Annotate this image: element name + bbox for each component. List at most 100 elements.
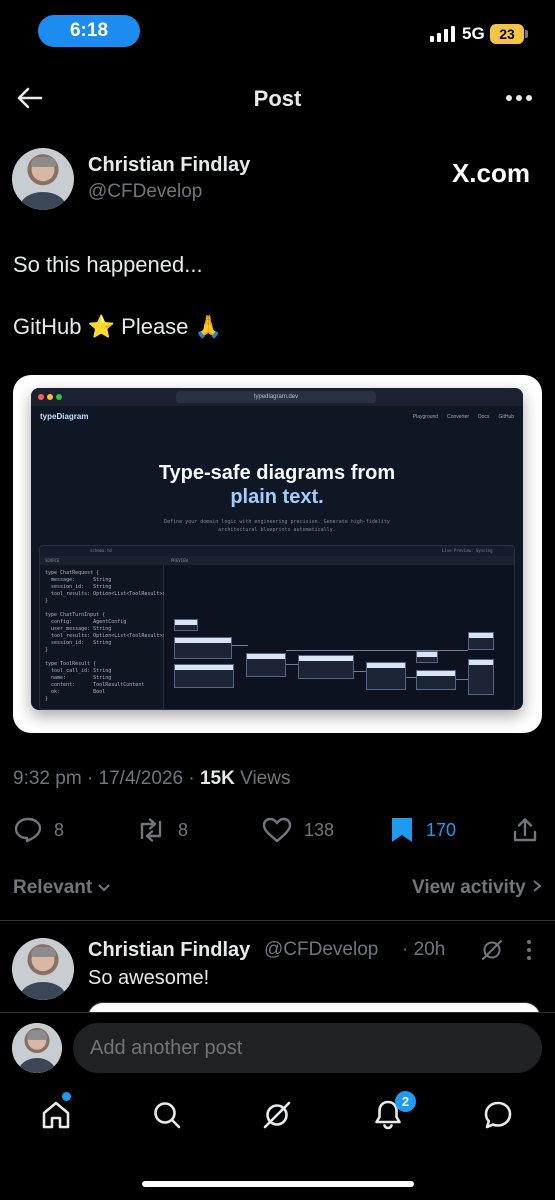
hero-subtitle: Define your domain logic with engineerin…	[164, 519, 390, 533]
like-button[interactable]: 138	[262, 808, 334, 852]
diagram-node	[468, 659, 494, 695]
share-button[interactable]	[512, 808, 538, 852]
page-title: Post	[253, 86, 302, 111]
browser-toolbar: typediagram.dev	[31, 388, 523, 406]
reply-author-name[interactable]: Christian Findlay	[88, 939, 250, 962]
view-activity-button[interactable]: View activity	[412, 877, 543, 899]
window-maximize-dot	[56, 394, 62, 400]
views-count: 15K	[199, 768, 235, 789]
editor-tabs: SOURCE PREVIEW	[40, 556, 514, 565]
site-nav-playground: Playground	[412, 414, 439, 420]
page-header: Post	[0, 72, 555, 126]
reply-post[interactable]: Christian Findlay @CFDevelop · 20h So aw…	[12, 938, 542, 1008]
site-nav-github: GitHub	[498, 414, 514, 420]
live-preview-status: Live Preview: Syncing	[442, 548, 493, 553]
reply-icon	[14, 817, 42, 843]
diagram-node	[468, 632, 494, 650]
reply-avatar[interactable]	[12, 938, 74, 1000]
diagram-node	[174, 664, 234, 688]
grok-icon	[263, 1101, 291, 1129]
diagram-edge	[354, 671, 366, 672]
nav-grok[interactable]	[255, 1093, 299, 1137]
author-name[interactable]: Christian Findlay	[88, 154, 250, 177]
diagram-node	[246, 653, 286, 677]
repost-button[interactable]: 8	[136, 808, 188, 852]
browser-url: typediagram.dev	[176, 391, 376, 403]
folded-hands-icon: 🙏	[194, 314, 222, 339]
editor-window: schema.td Live Preview: Syncing SOURCE P…	[39, 545, 515, 710]
battery-cap	[525, 30, 528, 38]
bookmark-icon	[392, 818, 412, 842]
nav-search[interactable]	[145, 1093, 189, 1137]
reply-more-icon[interactable]	[517, 938, 541, 962]
post-media-image[interactable]: typediagram.dev typeDiagram Playground C…	[13, 375, 542, 733]
post-author: Christian Findlay @CFDevelop X.com	[12, 148, 542, 210]
diagram-edge	[456, 679, 468, 680]
window-close-dot	[38, 394, 44, 400]
editor-file-name: schema.td	[90, 548, 112, 553]
diagram-preview	[164, 565, 514, 709]
source-code: type ChatRequest { message: String sessi…	[45, 570, 166, 702]
more-options-button[interactable]	[501, 80, 537, 116]
editor-titlebar: schema.td Live Preview: Syncing	[40, 546, 514, 556]
bookmark-button[interactable]: 170	[390, 808, 456, 852]
post-text-line-1: So this happened...	[13, 252, 203, 277]
share-icon	[513, 818, 537, 842]
reply-text: So awesome!	[88, 967, 210, 989]
divider	[0, 920, 555, 921]
battery-indicator: 23	[490, 24, 524, 44]
nav-home[interactable]	[34, 1093, 78, 1137]
diagram-node	[174, 619, 198, 631]
post-text-please: Please	[121, 314, 189, 339]
hero-title-line-1: Type-safe diagrams from	[158, 462, 396, 484]
nav-messages[interactable]	[476, 1093, 520, 1137]
reply-filter-row: Relevant View activity	[13, 874, 543, 902]
search-icon	[154, 1102, 181, 1129]
site-nav-docs: Docs	[478, 414, 490, 420]
post-actions: 8 8 138 170	[0, 808, 555, 852]
reply-composer	[0, 1012, 555, 1083]
views-label: Views	[240, 768, 291, 789]
reply-time-value: 20h	[413, 939, 446, 960]
like-count: 138	[304, 819, 335, 840]
diagram-node	[174, 637, 232, 659]
status-bar: 6:18 5G 23	[0, 0, 555, 62]
star-icon: ⭐	[87, 314, 116, 339]
diagram-edge	[406, 677, 416, 678]
signal-icon	[430, 26, 455, 42]
author-handle[interactable]: @CFDevelop	[88, 181, 202, 203]
add-post-input[interactable]	[73, 1023, 542, 1073]
diagram-edge	[286, 664, 298, 665]
hero-title: Type-safe diagrams from plain text.	[31, 461, 523, 509]
status-time: 6:18	[38, 15, 140, 47]
chevron-right-icon	[533, 880, 542, 892]
relevant-sort-button[interactable]: Relevant	[13, 877, 111, 899]
more-horizontal-icon	[506, 95, 532, 101]
post-meta: 9:32 pm · 17/4/2026 · 15K Views	[13, 768, 291, 789]
view-activity-label: View activity	[412, 877, 526, 898]
window-minimize-dot	[47, 394, 53, 400]
network-type: 5G	[462, 24, 485, 43]
diagram-node	[366, 662, 406, 690]
author-avatar[interactable]	[12, 148, 74, 210]
grok-icon[interactable]	[480, 938, 504, 962]
bookmark-count: 170	[426, 819, 457, 840]
post-text-line-2: GitHub ⭐ Please 🙏	[13, 314, 222, 340]
reply-button[interactable]: 8	[14, 808, 64, 852]
diagram-node	[298, 655, 354, 679]
hero-title-line-2: plain text.	[230, 486, 324, 508]
site-logo: typeDiagram	[40, 412, 89, 421]
source-panel: type ChatRequest { message: String sessi…	[40, 565, 166, 709]
repost-icon	[140, 818, 162, 842]
reply-author-handle[interactable]: @CFDevelop	[264, 939, 378, 961]
home-unread-dot	[62, 1092, 71, 1101]
notifications-badge: 2	[395, 1091, 416, 1112]
reply-count: 8	[54, 819, 65, 840]
source-tab-label: SOURCE	[45, 558, 60, 563]
site-nav: Playground Converter Docs GitHub	[413, 414, 514, 420]
diagram-node	[416, 651, 438, 663]
chevron-down-icon	[98, 884, 111, 892]
preview-tab-label: PREVIEW	[171, 558, 188, 563]
site-nav-converter: Converter	[447, 414, 470, 420]
relevant-label: Relevant	[13, 877, 93, 898]
